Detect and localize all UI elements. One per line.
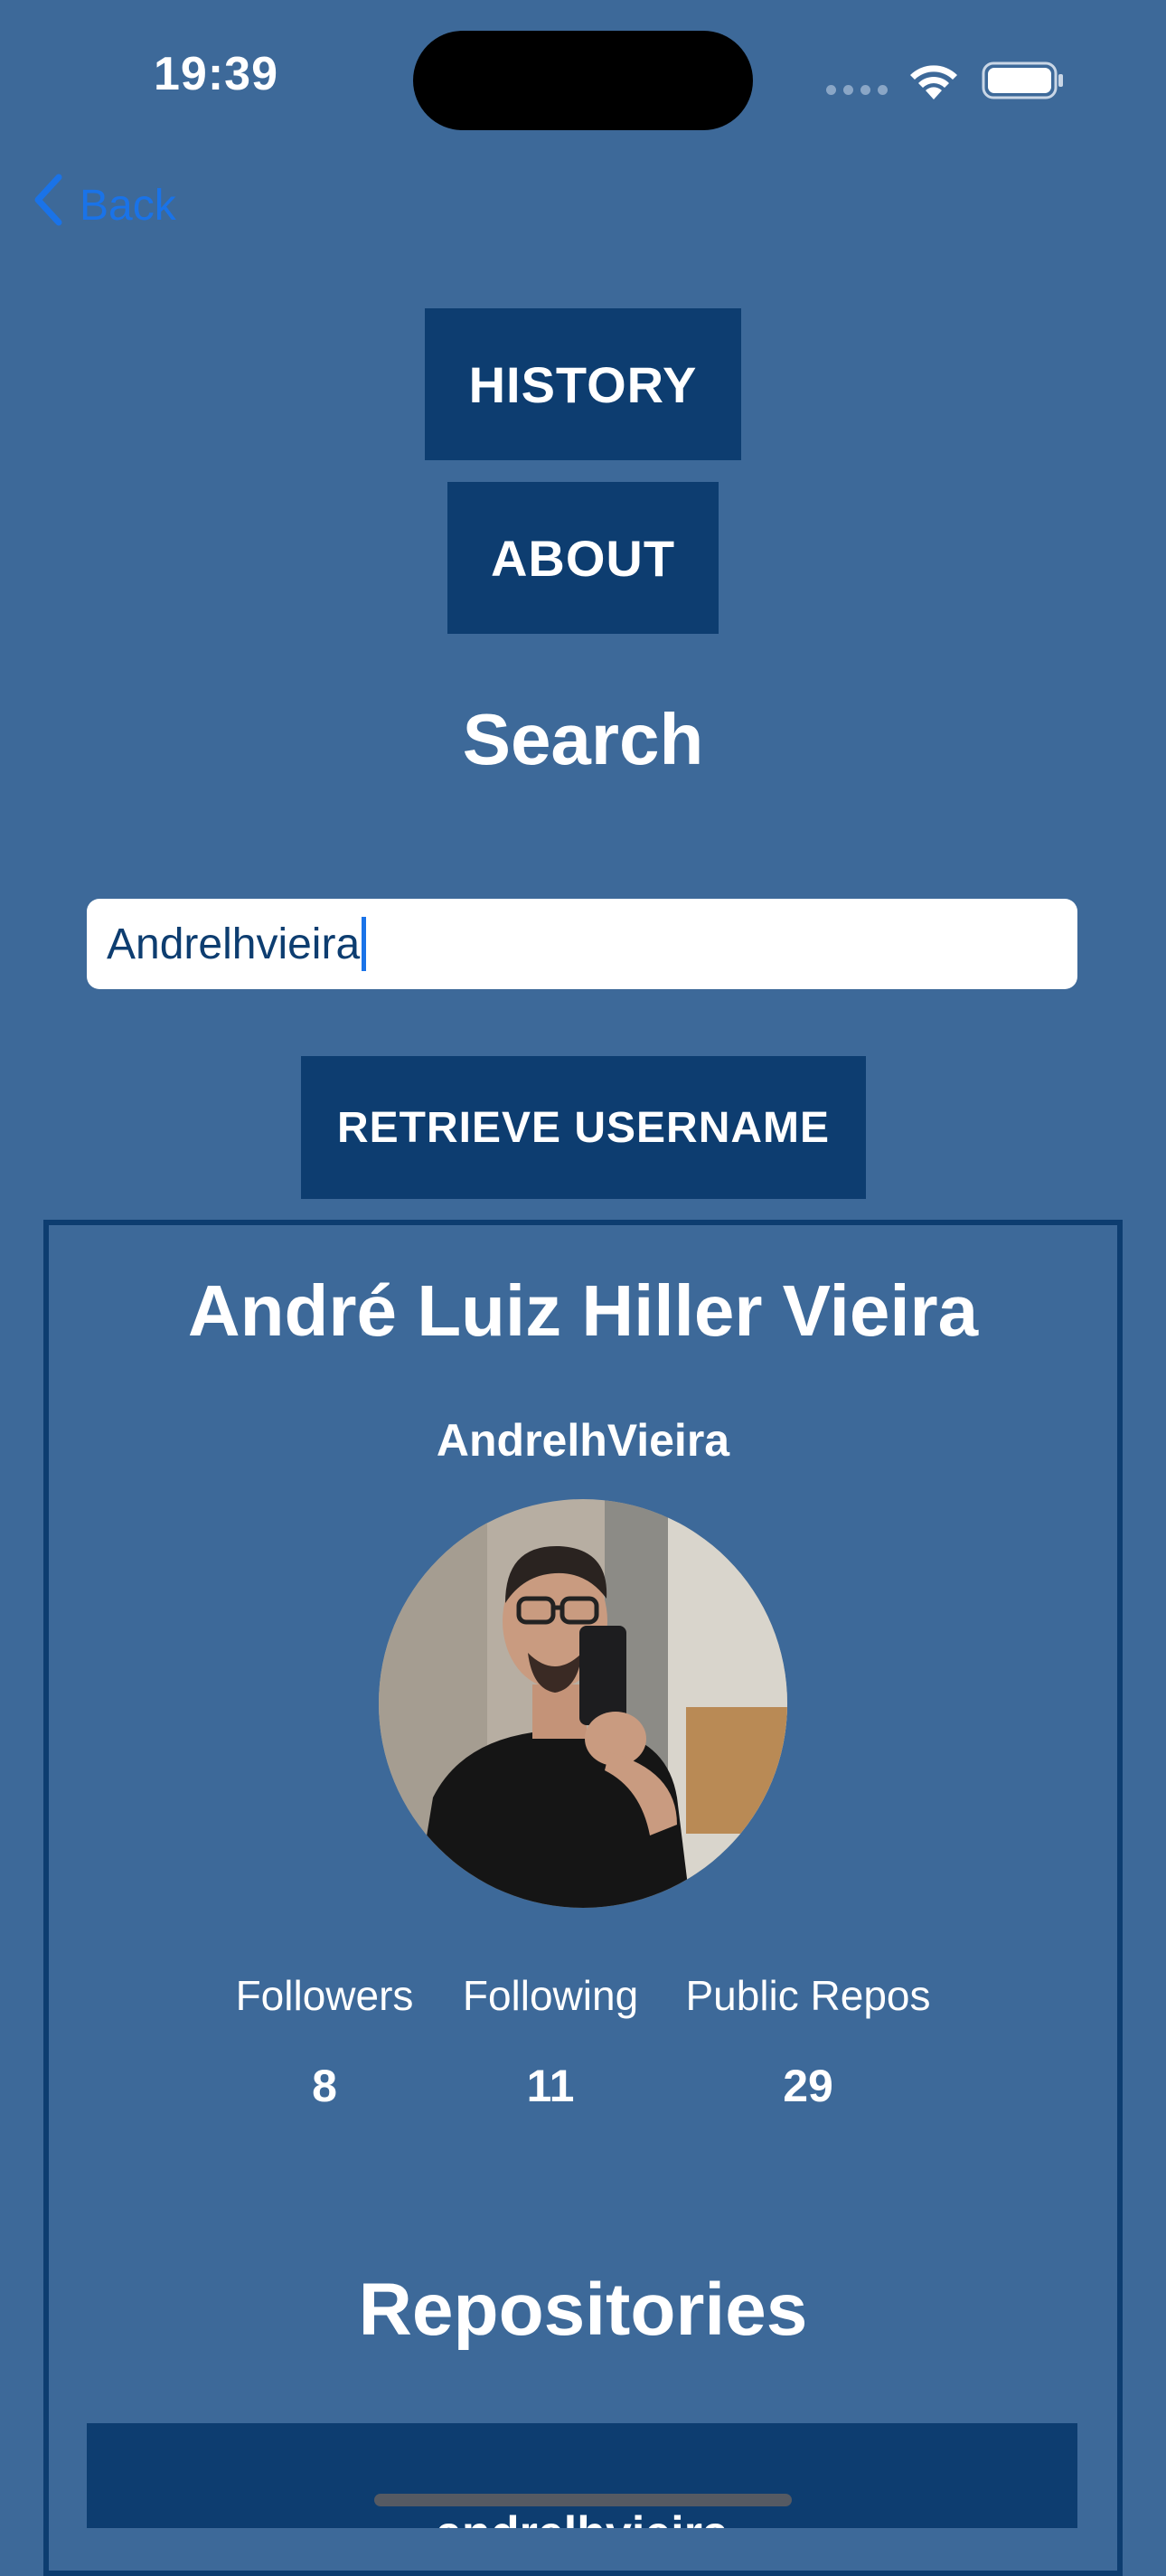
history-button[interactable]: HISTORY [425,308,741,460]
public-repos-count: 29 [783,2061,833,2111]
back-label: Back [80,181,176,230]
avatar [379,1499,787,1908]
followers-count: 8 [312,2061,337,2111]
dynamic-island [413,31,753,130]
profile-full-name: André Luiz Hiller Vieira [187,1270,979,1351]
repositories-title: Repositories [358,2269,808,2351]
search-title: Search [462,699,704,779]
wifi-icon [906,60,962,106]
repository-list-item[interactable]: andrelhvieira [87,2423,1077,2528]
following-count: 11 [526,2061,575,2111]
home-indicator[interactable] [374,2494,792,2506]
following-label: Following [462,1972,639,2019]
repository-name: andrelhvieira [87,2506,1077,2528]
chevron-left-icon [33,174,63,237]
cellular-signal-icon [826,85,888,95]
back-button[interactable]: Back [33,172,176,239]
about-button[interactable]: ABOUT [447,482,719,634]
search-input-value: Andrelhvieira [107,920,361,968]
battery-icon [982,61,1065,104]
status-time: 19:39 [154,48,278,100]
followers-label: Followers [235,1972,414,2019]
profile-username: AndrelhVieira [436,1415,730,1466]
retrieve-username-button[interactable]: RETRIEVE USERNAME [301,1056,866,1199]
username-search-input[interactable]: Andrelhvieira [87,899,1077,989]
text-caret [362,917,367,971]
public-repos-label: Public Repos [685,1972,931,2019]
